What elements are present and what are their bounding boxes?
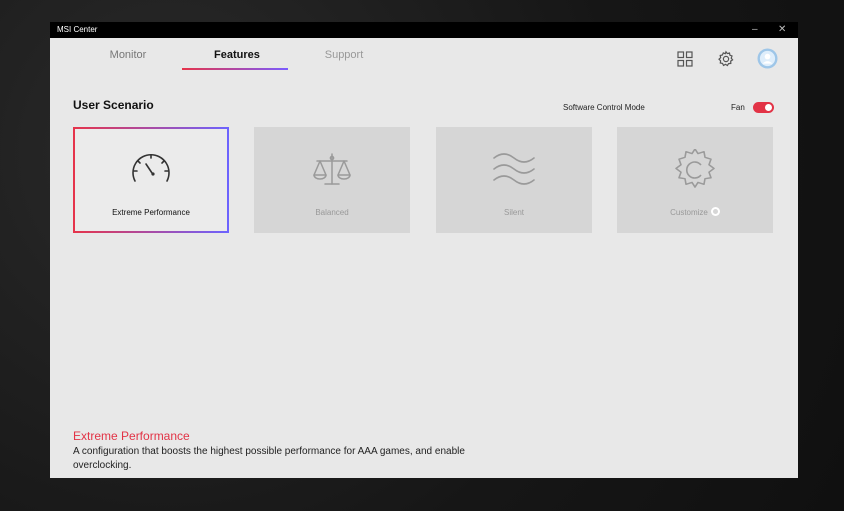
card-label-extreme-performance: Extreme Performance xyxy=(112,208,190,217)
top-nav: Monitor Features Support xyxy=(50,38,798,74)
title-bar: MSI Center – ✕ xyxy=(50,22,798,38)
description-title: Extreme Performance xyxy=(73,429,190,443)
customize-settings-badge-icon[interactable] xyxy=(710,207,720,217)
minimize-button[interactable]: – xyxy=(752,22,758,38)
apps-grid-icon[interactable] xyxy=(676,50,694,68)
tab-monitor[interactable]: Monitor xyxy=(108,49,148,61)
waves-icon xyxy=(493,153,535,185)
card-label-silent: Silent xyxy=(503,208,524,217)
active-tab-indicator xyxy=(182,68,288,70)
toggle-knob xyxy=(765,104,772,111)
card-label-balanced: Balanced xyxy=(315,208,349,217)
card-extreme-performance[interactable]: Extreme Performance xyxy=(73,127,229,233)
tab-support[interactable]: Support xyxy=(324,49,364,61)
gear-icon xyxy=(675,149,715,188)
window-title: MSI Center xyxy=(57,25,98,34)
software-control-mode-label: Software Control Mode xyxy=(563,103,645,112)
description-text: A configuration that boosts the highest … xyxy=(73,446,465,471)
tab-features[interactable]: Features xyxy=(214,49,260,61)
fan-label: Fan xyxy=(731,103,745,112)
card-balanced[interactable]: Balanced xyxy=(254,127,410,233)
user-avatar-icon[interactable] xyxy=(757,48,778,69)
card-customize[interactable]: Customize xyxy=(617,127,773,233)
speedometer-icon xyxy=(132,154,170,182)
card-label-customize: Customize xyxy=(617,207,773,217)
fan-toggle[interactable] xyxy=(753,102,774,113)
close-button[interactable]: ✕ xyxy=(778,22,786,38)
msi-center-window: MSI Center – ✕ Monitor Features Support … xyxy=(50,22,798,478)
scale-icon xyxy=(313,153,351,185)
card-silent[interactable]: Silent xyxy=(436,127,592,233)
settings-gear-icon[interactable] xyxy=(717,50,735,68)
user-scenario-title: User Scenario xyxy=(73,98,154,112)
